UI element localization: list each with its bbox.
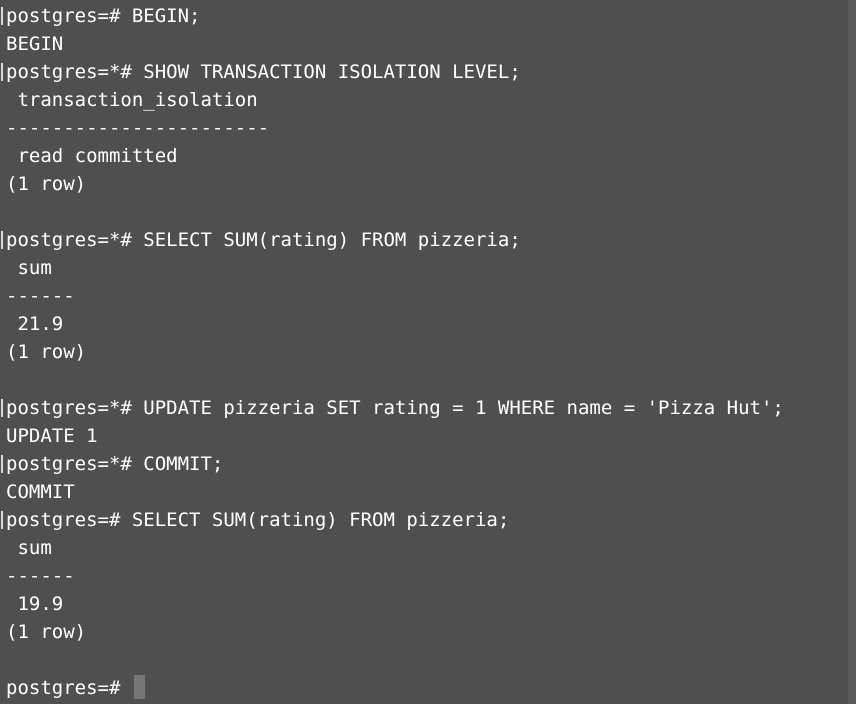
line-text: 19.9 bbox=[6, 593, 64, 615]
prompt-mark-icon bbox=[1, 511, 3, 529]
current-prompt-text: postgres=# bbox=[6, 677, 132, 699]
line-text: sum bbox=[6, 537, 52, 559]
output-line: UPDATE 1 bbox=[6, 422, 848, 450]
prompt-mark-icon bbox=[1, 231, 3, 249]
prompt-mark-icon bbox=[1, 7, 3, 25]
output-line: 19.9 bbox=[6, 590, 848, 618]
prompt-mark-icon bbox=[1, 399, 3, 417]
line-text: sum bbox=[6, 257, 52, 279]
prompt-line: postgres=# BEGIN; bbox=[1, 2, 848, 30]
line-text: ----------------------- bbox=[6, 117, 270, 139]
cursor-block-icon[interactable] bbox=[133, 675, 145, 699]
line-text: postgres=*# UPDATE pizzeria SET rating =… bbox=[6, 397, 784, 419]
output-line: 21.9 bbox=[6, 310, 848, 338]
output-line: read committed bbox=[6, 142, 848, 170]
line-text: COMMIT bbox=[6, 481, 75, 503]
output-line: ----------------------- bbox=[6, 114, 848, 142]
line-text: postgres=*# COMMIT; bbox=[6, 453, 224, 475]
prompt-mark-icon bbox=[1, 455, 3, 473]
line-text: postgres=*# SHOW TRANSACTION ISOLATION L… bbox=[6, 61, 521, 83]
line-text: 21.9 bbox=[6, 313, 64, 335]
window-edge bbox=[848, 0, 856, 704]
terminal-output: postgres=# BEGIN; BEGIN postgres=*# SHOW T… bbox=[1, 2, 848, 702]
output-line: (1 row) bbox=[6, 170, 848, 198]
prompt-line: postgres=*# SHOW TRANSACTION ISOLATION L… bbox=[1, 58, 848, 86]
line-text: UPDATE 1 bbox=[6, 425, 98, 447]
prompt-line: postgres=*# UPDATE pizzeria SET rating =… bbox=[1, 394, 848, 422]
line-text: ------ bbox=[6, 285, 75, 307]
output-line: sum bbox=[6, 254, 848, 282]
prompt-line: postgres=# SELECT SUM(rating) FROM pizze… bbox=[1, 506, 848, 534]
current-prompt-line[interactable]: postgres=# bbox=[6, 674, 848, 702]
output-line: (1 row) bbox=[6, 338, 848, 366]
output-line: COMMIT bbox=[6, 478, 848, 506]
output-line: ------ bbox=[6, 562, 848, 590]
prompt-line: postgres=*# SELECT SUM(rating) FROM pizz… bbox=[1, 226, 848, 254]
output-line: (1 row) bbox=[6, 618, 848, 646]
prompt-mark-icon bbox=[1, 63, 3, 81]
line-text: postgres=# SELECT SUM(rating) FROM pizze… bbox=[6, 509, 510, 531]
line-text: (1 row) bbox=[6, 173, 87, 195]
prompt-line: postgres=*# COMMIT; bbox=[1, 450, 848, 478]
line-text: ------ bbox=[6, 565, 75, 587]
terminal-window[interactable]: postgres=# BEGIN; BEGIN postgres=*# SHOW T… bbox=[0, 0, 848, 704]
output-line: ------ bbox=[6, 282, 848, 310]
line-text: BEGIN bbox=[6, 33, 64, 55]
line-text: transaction_isolation bbox=[6, 89, 258, 111]
line-text: (1 row) bbox=[6, 341, 87, 363]
line-text: postgres=*# SELECT SUM(rating) FROM pizz… bbox=[6, 229, 521, 251]
line-text: read committed bbox=[6, 145, 178, 167]
line-text: (1 row) bbox=[6, 621, 87, 643]
line-text: postgres=# BEGIN; bbox=[6, 5, 201, 27]
output-line: transaction_isolation bbox=[6, 86, 848, 114]
output-line: sum bbox=[6, 534, 848, 562]
output-line: BEGIN bbox=[6, 30, 848, 58]
